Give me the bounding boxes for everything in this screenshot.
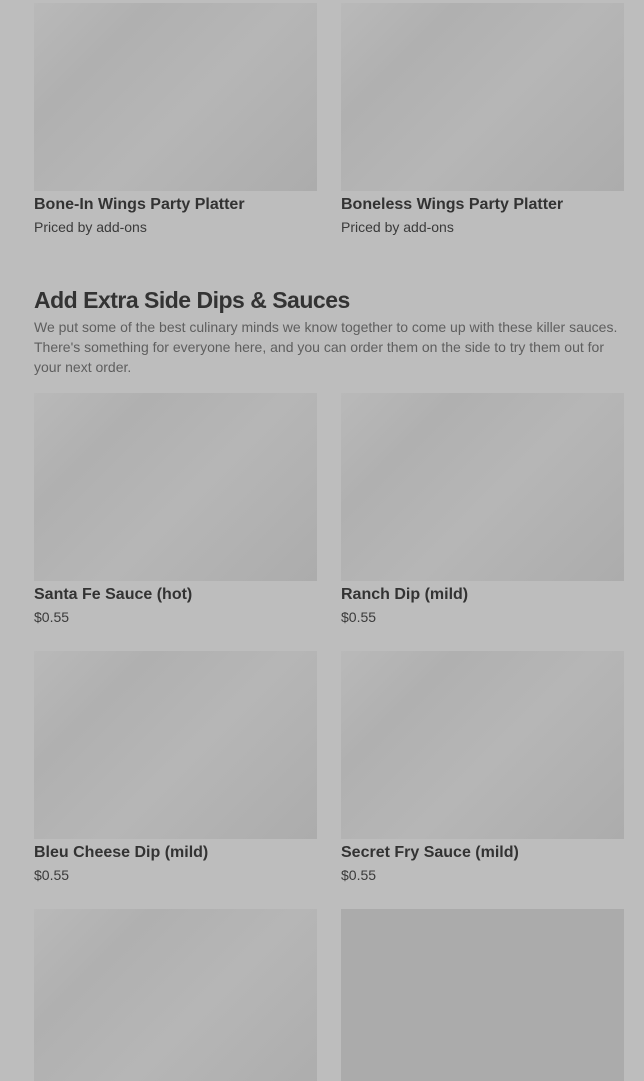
menu-item-card[interactable] (341, 909, 624, 1081)
menu-item-title: Ranch Dip (mild) (341, 586, 469, 603)
section-description: We put some of the best culinary minds w… (34, 319, 618, 375)
sauce-grid: Santa Fe Sauce (hot) $0.55 Ranch Dip (mi… (34, 393, 624, 626)
menu-item-title: Bleu Cheese Dip (mild) (34, 844, 209, 861)
sauce-grid: Bleu Cheese Dip (mild) $0.55 Secret Fry … (34, 651, 624, 884)
menu-item-image[interactable] (34, 651, 317, 839)
menu-item-image[interactable] (341, 393, 624, 581)
menu-item-image[interactable] (341, 651, 624, 839)
menu-item-price: $0.55 (34, 867, 70, 883)
menu-item-title: Santa Fe Sauce (hot) (34, 586, 193, 603)
menu-item-card[interactable]: Bleu Cheese Dip (mild) $0.55 (34, 651, 317, 884)
menu-item-price: Priced by add-ons (341, 219, 454, 235)
section-title: Add Extra Side Dips & Sauces (34, 287, 350, 313)
menu-item-image[interactable] (34, 909, 317, 1081)
platter-grid: Bone-In Wings Party Platter Priced by ad… (34, 3, 624, 236)
menu-page: Bone-In Wings Party Platter Priced by ad… (0, 0, 644, 1081)
menu-item-card[interactable]: Boneless Wings Party Platter Priced by a… (341, 3, 624, 236)
menu-item-card[interactable]: Santa Fe Sauce (hot) $0.55 (34, 393, 317, 626)
menu-item-image[interactable] (341, 3, 624, 191)
menu-item-price: $0.55 (341, 867, 377, 883)
menu-item-title: Secret Fry Sauce (mild) (341, 844, 519, 861)
menu-item-card[interactable]: Secret Fry Sauce (mild) $0.55 (341, 651, 624, 884)
sauces-section-header: Add Extra Side Dips & Sauces We put some… (34, 285, 624, 377)
menu-item-card[interactable]: Bone-In Wings Party Platter Priced by ad… (34, 3, 317, 236)
sauce-grid (34, 909, 624, 1081)
menu-item-price: $0.55 (34, 609, 70, 625)
menu-item-image[interactable] (341, 909, 624, 1081)
menu-item-title: Bone-In Wings Party Platter (34, 196, 245, 213)
menu-item-image[interactable] (34, 393, 317, 581)
menu-item-price: $0.55 (341, 609, 377, 625)
menu-item-image[interactable] (34, 3, 317, 191)
menu-item-price: Priced by add-ons (34, 219, 147, 235)
menu-item-title: Boneless Wings Party Platter (341, 196, 564, 213)
menu-item-card[interactable]: Ranch Dip (mild) $0.55 (341, 393, 624, 626)
menu-item-card[interactable] (34, 909, 317, 1081)
